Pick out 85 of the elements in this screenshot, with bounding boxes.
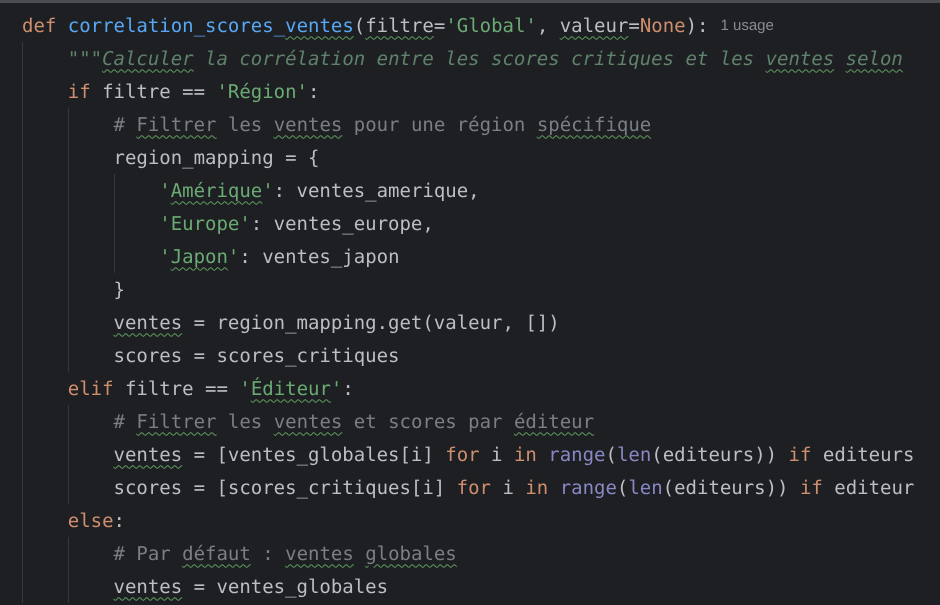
builtin-name: range — [547, 442, 606, 466]
code-text: : — [114, 508, 125, 532]
code-text: editeur — [833, 476, 914, 500]
code-comment: ventes — [274, 410, 342, 434]
code-text: = ventes_globales — [192, 574, 388, 598]
string-literal: ' — [228, 244, 240, 268]
code-text: scores = [scores_critiques[i] — [114, 476, 446, 500]
code-comment: pour une région — [352, 112, 526, 136]
code-text: = — [434, 14, 446, 38]
keyword: if — [800, 476, 823, 500]
code-text: valeur — [560, 14, 628, 38]
keyword: for — [445, 442, 480, 466]
string-literal: Amérique — [170, 178, 262, 202]
code-text: filtre — [365, 14, 434, 38]
code-text: : ventes_amerique, — [274, 178, 480, 202]
code-comment: : — [261, 542, 275, 566]
builtin-name: range — [558, 476, 617, 500]
string-literal: ' — [330, 376, 342, 400]
code-text: region_mapping = { — [114, 146, 320, 170]
code-text: : ventes_japon — [239, 244, 400, 268]
code-text: filtre == — [124, 376, 229, 400]
keyword: for — [456, 476, 491, 500]
code-comment: globales — [364, 542, 457, 566]
code-text: scores = scores_critiques — [114, 344, 400, 368]
code-text: : ventes_europe, — [250, 212, 434, 236]
docstring: la corrélation entre les scores critiques et les — [204, 46, 756, 70]
code-comment: éditeur — [514, 410, 594, 434]
code-text: ventes — [114, 310, 182, 334]
string-literal: Japon — [170, 244, 228, 268]
code-comment: spécifique — [536, 112, 652, 136]
code-text: : — [308, 80, 320, 104]
docstring: Calculer — [102, 46, 194, 70]
code-comment: ventes — [274, 112, 342, 136]
string-literal: 'Europe' — [159, 212, 251, 236]
keyword: in — [514, 442, 537, 466]
code-comment: défaut — [182, 542, 251, 566]
code-comment: ventes — [285, 542, 354, 566]
function-name: ventes — [285, 14, 354, 38]
code-text: (editeurs)) — [662, 476, 790, 500]
code-text: ( — [354, 14, 366, 38]
code-text: ventes — [114, 574, 182, 598]
string-literal: ' — [239, 376, 251, 400]
code-text: = — [628, 14, 640, 38]
code-text: (editeurs)) — [651, 442, 778, 466]
keyword: elif — [68, 376, 114, 400]
string-literal: ' — [262, 178, 274, 202]
keyword: if — [788, 442, 812, 466]
keyword: None — [640, 14, 686, 38]
docstring: ventes — [766, 46, 834, 70]
code-text: i — [490, 442, 504, 466]
string-literal: Éditeur — [250, 376, 331, 400]
code-text: ( — [605, 442, 617, 466]
code-text: ( — [616, 476, 628, 500]
code-text: = [ventes_globales[i] — [192, 442, 435, 466]
code-text: = region_mapping.get(valeur, []) — [192, 310, 560, 334]
code-text: : — [342, 376, 354, 400]
docstring: """ — [68, 46, 102, 70]
builtin-name: len — [628, 476, 663, 500]
string-literal: ' — [159, 244, 171, 268]
code-text: , — [536, 14, 550, 38]
keyword: else — [68, 508, 114, 532]
code-comment: les — [226, 112, 264, 136]
code-comment: les — [226, 410, 264, 434]
docstring: selon — [844, 46, 903, 70]
builtin-name: len — [616, 442, 652, 466]
function-name: correlation_scores_ — [66, 14, 286, 38]
string-literal: 'Global' — [445, 14, 537, 38]
code-text: i — [501, 476, 515, 500]
code-comment: et scores par — [352, 410, 504, 434]
usage-hint[interactable]: 1 usage — [720, 14, 774, 38]
keyword: in — [525, 476, 548, 500]
code-text: ventes — [114, 442, 182, 466]
code-text: ): — [686, 14, 708, 38]
code-text: filtre == — [101, 80, 206, 104]
code-comment: Filtrer — [136, 112, 216, 136]
code-comment: # Par — [114, 542, 172, 566]
keyword: def — [22, 14, 56, 38]
code-text: } — [114, 278, 125, 302]
code-comment: # — [114, 112, 126, 136]
string-literal: ' — [159, 178, 171, 202]
code-comment: # — [114, 410, 126, 434]
string-literal: 'Région' — [216, 80, 308, 104]
keyword: if — [68, 80, 91, 104]
code-text: editeurs — [822, 442, 914, 466]
code-comment: Filtrer — [136, 410, 216, 434]
